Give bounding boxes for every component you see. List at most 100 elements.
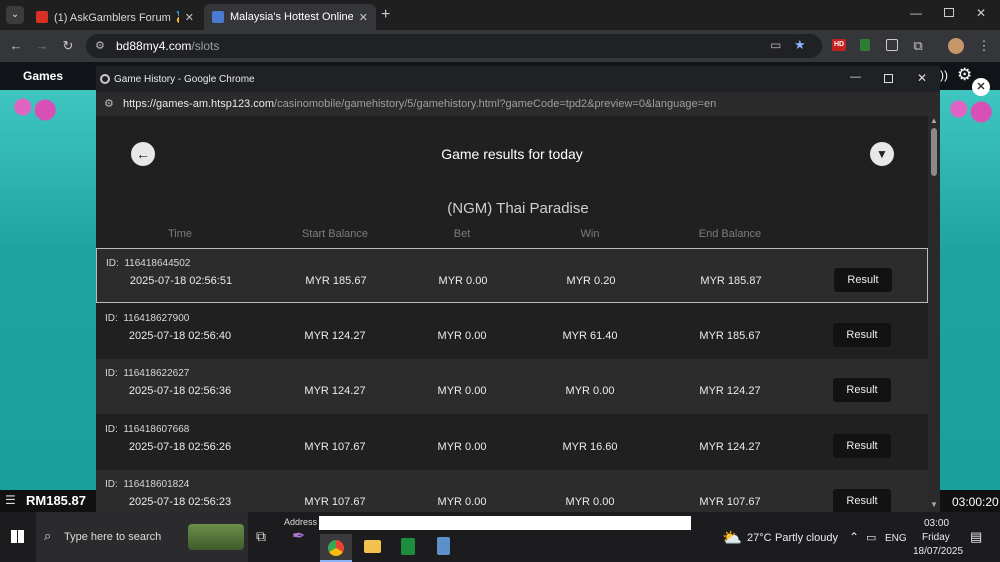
clock-date[interactable]: 18/07/2025 [913,546,963,557]
col-header-win: Win [580,228,600,240]
bookmark-star-icon[interactable]: ★ [794,37,806,53]
search-icon: ⌕ [44,528,52,543]
extension-shield-icon[interactable] [860,39,870,51]
popup-title: Game History - Google Chrome [114,73,255,85]
taskbar-search-placeholder: Type here to search [64,531,162,543]
row-win: MYR 16.60 [562,441,618,453]
row-start-balance: MYR 107.67 [304,496,366,508]
settings-gear-icon[interactable]: ⚙ [957,65,972,85]
row-time: 2025-07-18 02:56:23 [128,496,232,508]
site-info-icon[interactable]: ⚙ [95,39,105,52]
scrollbar-thumb[interactable] [931,128,937,176]
restore-icon[interactable] [944,8,954,17]
reload-icon[interactable]: ↻ [60,38,76,54]
weather-temp[interactable]: 27°C [747,532,772,544]
tab-label: Malaysia's Hottest Online Casin [230,11,353,23]
taskbar-address-input[interactable] [319,516,691,530]
right-game-scene [940,90,1000,510]
row-end-balance: MYR 124.27 [699,385,761,397]
row-bet: MYR 0.00 [437,441,487,453]
popup-minimize-icon[interactable]: — [850,71,861,83]
close-tab-icon[interactable]: ✕ [359,11,368,24]
taskbar-search-box[interactable]: ⌕ Type here to search [36,512,248,562]
chrome-taskbar-icon[interactable] [320,534,352,562]
clock-time[interactable]: 03:00 [924,518,949,529]
network-icon[interactable]: ▭ [866,531,876,544]
task-view-icon[interactable]: ⧉ [256,528,266,545]
notification-icon[interactable]: ▤ [970,529,982,545]
askgamblers-icon [36,11,48,23]
row-win: MYR 0.00 [565,385,615,397]
calculator-icon[interactable] [437,537,450,555]
tab-search-button[interactable]: ⌄ [6,6,24,24]
new-tab-icon[interactable]: + [381,6,390,24]
menu-kebab-icon[interactable]: ⋮ [976,38,992,54]
games-label[interactable]: Games [23,69,63,83]
close-tab-icon[interactable]: ✕ [185,11,194,24]
tab-active-casino[interactable]: Malaysia's Hottest Online Casin ✕ [204,4,376,30]
forward-icon[interactable]: → [34,38,50,54]
popup-close-icon[interactable]: ✕ [917,71,927,85]
site-icon [212,11,224,23]
result-button[interactable]: Result [833,489,891,512]
row-id: ID: 116418601824 [105,479,190,490]
history-row: ID: 116418644502 2025-07-18 02:56:51 MYR… [96,248,928,303]
coins-icon: ☰ [5,493,16,507]
back-icon[interactable]: ← [8,38,24,54]
tab-askgamblers[interactable]: (1) AskGamblers Forum 🏅 Bes ✕ [28,4,202,30]
row-bet: MYR 0.00 [438,275,488,287]
row-win: MYR 0.20 [566,275,616,287]
flower-decoration-icon [942,94,998,124]
result-button[interactable]: Result [833,378,891,402]
extension-box-icon[interactable] [886,39,898,51]
result-button[interactable]: Result [834,268,892,292]
filter-icon[interactable]: ▼ [870,142,894,166]
file-explorer-icon[interactable] [364,540,381,553]
close-window-icon[interactable]: ✕ [976,6,986,20]
history-row: ID: 116418622627 2025-07-18 02:56:36 MYR… [96,359,928,414]
browser-toolbar: ← → ↻ ⚙ bd88my4.com/slots ▭ ★ HD ⧉ ⋮ [0,30,1000,62]
row-end-balance: MYR 185.67 [699,330,761,342]
row-id: ID: 116418627900 [105,313,190,324]
site-info-icon[interactable]: ⚙ [104,97,114,110]
feather-app-icon[interactable]: ✒ [292,526,305,546]
popup-maximize-icon[interactable] [884,74,893,83]
close-game-icon[interactable]: ✕ [972,78,990,96]
row-start-balance: MYR 107.67 [304,441,366,453]
row-start-balance: MYR 124.27 [304,385,366,397]
cast-icon[interactable]: ▭ [770,38,781,52]
row-time: 2025-07-18 02:56:51 [129,275,233,287]
address-host: bd88my4.com [116,39,192,53]
row-time: 2025-07-18 02:56:26 [128,441,232,453]
language-indicator[interactable]: ENG [885,533,907,544]
spreadsheet-app-icon[interactable] [401,538,415,555]
result-button[interactable]: Result [833,323,891,347]
row-bet: MYR 0.00 [437,385,487,397]
search-highlight-icon [188,524,244,550]
col-header-start-balance: Start Balance [301,228,369,240]
row-bet: MYR 0.00 [437,330,487,342]
row-win: MYR 61.40 [562,330,618,342]
weather-icon: ⛅ [722,530,742,547]
address-path: /slots [191,39,220,53]
left-game-scene [0,90,96,510]
popup-url-bar[interactable]: ⚙ https://games-am.htsp123.com/casinomob… [96,92,940,116]
clock-day[interactable]: Friday [922,532,950,543]
result-button[interactable]: Result [833,434,891,458]
extensions-puzzle-icon[interactable]: ⧉ [910,38,926,54]
history-content: ← Game results for today ▼ (NGM) Thai Pa… [96,116,940,512]
extension-hd-icon[interactable]: HD [832,39,846,51]
profile-avatar[interactable] [948,38,964,54]
row-end-balance: MYR 107.67 [699,496,761,508]
scroll-down-icon[interactable]: ▼ [930,500,938,509]
windows-taskbar: ⌕ Type here to search ⧉ ✒ Address ⛅ 27°C… [0,512,1000,562]
row-id: ID: 116418607668 [105,424,190,435]
windows-start-icon[interactable] [11,530,24,543]
tab-label: (1) AskGamblers Forum 🏅 Bes [54,11,179,24]
game-name: (NGM) Thai Paradise [447,200,589,217]
tray-chevron-up-icon[interactable]: ⌃ [849,530,859,544]
scroll-up-icon[interactable]: ▲ [930,116,938,125]
address-bar[interactable]: ⚙ bd88my4.com/slots ▭ ★ [86,34,822,58]
minimize-icon[interactable]: — [910,6,922,20]
weather-description[interactable]: Partly cloudy [775,532,838,544]
